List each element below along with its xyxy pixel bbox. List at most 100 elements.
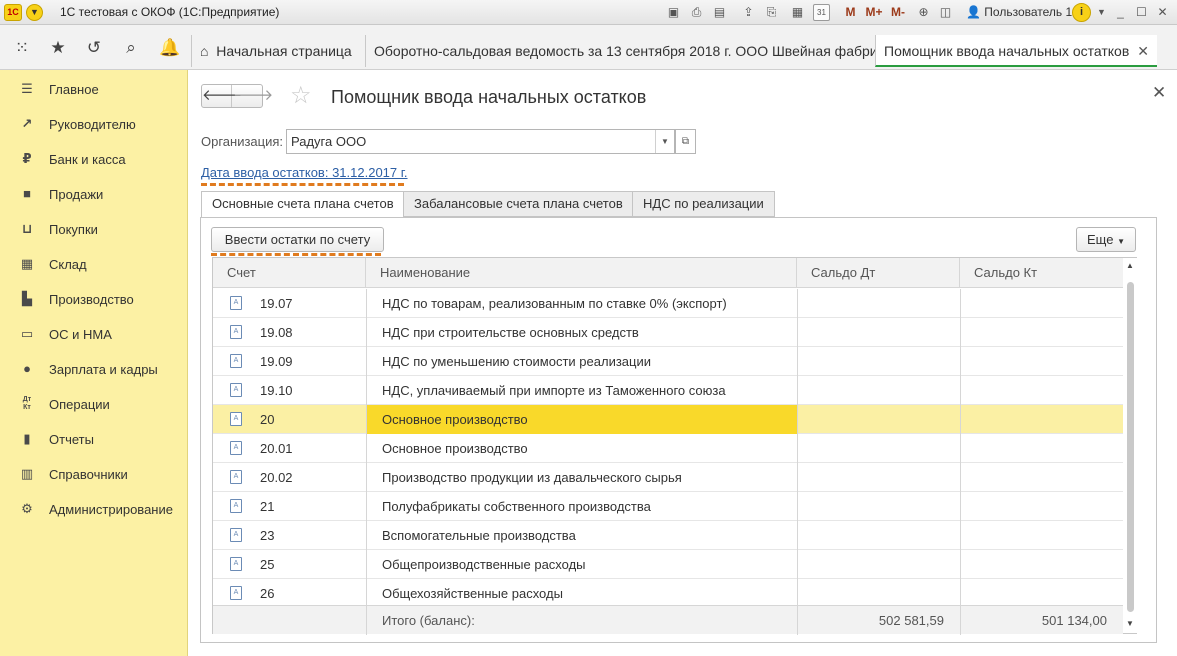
cell-credit[interactable] bbox=[960, 347, 1107, 376]
organization-value: Радуга ООО bbox=[291, 134, 367, 149]
sidebar-item-manager[interactable]: ↗ Руководителю bbox=[0, 107, 188, 142]
chevron-down-icon: ▼ bbox=[1117, 237, 1125, 246]
print-icon[interactable]: ⎙ bbox=[688, 4, 705, 21]
cell-credit[interactable] bbox=[960, 492, 1107, 521]
history-icon[interactable]: ↺ bbox=[84, 38, 104, 58]
forward-arrow-icon[interactable]: 🡒 bbox=[233, 85, 273, 107]
cell-debit[interactable] bbox=[797, 376, 944, 405]
sidebar-item-production[interactable]: ▙ Производство bbox=[0, 282, 188, 317]
cell-debit[interactable] bbox=[797, 289, 944, 318]
back-arrow-icon[interactable]: 🡐 bbox=[202, 85, 242, 107]
grid-scrollbar[interactable]: ▲ ▼ bbox=[1124, 258, 1137, 633]
cell-debit[interactable] bbox=[797, 318, 944, 347]
table-row[interactable]: A 25 Общепроизводственные расходы bbox=[213, 550, 1123, 579]
sidebar-item-warehouse[interactable]: ▦ Склад bbox=[0, 247, 188, 282]
cell-account: 19.08 bbox=[260, 325, 293, 340]
memory-minus-button[interactable]: M- bbox=[888, 4, 908, 21]
sidebar-item-fixed-assets[interactable]: ▭ ОС и НМА bbox=[0, 317, 188, 352]
cell-credit[interactable] bbox=[960, 289, 1107, 318]
upload-icon[interactable]: ⇪ bbox=[740, 4, 757, 21]
chevron-down-icon[interactable]: ▼ bbox=[655, 130, 674, 153]
column-name[interactable]: Наименование bbox=[366, 258, 797, 288]
sidebar-item-bank[interactable]: ₽ Банк и касса bbox=[0, 142, 188, 177]
cell-credit[interactable] bbox=[960, 579, 1107, 608]
calendar-icon[interactable]: 31 bbox=[813, 4, 830, 21]
favorites-star-icon[interactable]: ★ bbox=[48, 38, 68, 58]
sidebar-item-main[interactable]: ☰ Главное bbox=[0, 72, 188, 107]
cell-debit[interactable] bbox=[797, 347, 944, 376]
table-row[interactable]: A 26 Общехозяйственные расходы bbox=[213, 579, 1123, 608]
cell-credit[interactable] bbox=[960, 405, 1107, 434]
table-row[interactable]: A 20.02 Производство продукции из давальче… bbox=[213, 463, 1123, 492]
scroll-down-icon[interactable]: ▼ bbox=[1126, 619, 1134, 628]
info-icon[interactable]: i bbox=[1072, 3, 1091, 22]
cell-credit[interactable] bbox=[960, 376, 1107, 405]
tab-opening-balance-assistant[interactable]: Помощник ввода начальных остатков ✕ bbox=[875, 35, 1157, 67]
table-row[interactable]: A 21 Полуфабрикаты собственного производст… bbox=[213, 492, 1123, 521]
print-doc-icon[interactable]: ⎘ bbox=[763, 4, 780, 21]
settings-dropdown-icon[interactable]: ▼ bbox=[1093, 4, 1110, 21]
cell-credit[interactable] bbox=[960, 463, 1107, 492]
table-row[interactable]: A 20.01 Основное производство bbox=[213, 434, 1123, 463]
preview-icon[interactable]: ▤ bbox=[711, 4, 728, 21]
column-debit[interactable]: Сальдо Дт bbox=[797, 258, 960, 288]
minimize-icon[interactable]: _ bbox=[1112, 4, 1129, 21]
table-row[interactable]: A 19.09 НДС по уменьшению стоимости реализ… bbox=[213, 347, 1123, 376]
cell-debit[interactable] bbox=[797, 492, 944, 521]
favorite-star-icon[interactable]: ☆ bbox=[290, 81, 312, 110]
balance-date-link[interactable]: Дата ввода остатков: 31.12.2017 г. bbox=[201, 165, 408, 180]
sidebar-item-sales[interactable]: ■ Продажи bbox=[0, 177, 188, 212]
table-row[interactable]: A 20 Основное производство bbox=[213, 405, 1123, 434]
bell-icon[interactable]: 🔔 bbox=[159, 38, 180, 58]
cell-debit[interactable] bbox=[797, 463, 944, 492]
sidebar-item-purchases[interactable]: ⊔ Покупки bbox=[0, 212, 188, 247]
search-icon[interactable]: ⌕ bbox=[121, 38, 141, 58]
close-form-icon[interactable]: ✕ bbox=[1152, 83, 1166, 103]
cell-debit[interactable] bbox=[797, 579, 944, 608]
column-credit[interactable]: Сальдо Кт bbox=[960, 258, 1123, 288]
cell-credit[interactable] bbox=[960, 318, 1107, 347]
table-row[interactable]: A 19.07 НДС по товарам, реализованным по с… bbox=[213, 289, 1123, 318]
memory-plus-button[interactable]: M+ bbox=[864, 4, 884, 21]
scroll-thumb[interactable] bbox=[1127, 282, 1134, 612]
tab-main-accounts[interactable]: Основные счета плана счетов bbox=[201, 191, 405, 218]
table-row[interactable]: A 23 Вспомогательные производства bbox=[213, 521, 1123, 550]
main-menu-button[interactable]: ▼ bbox=[26, 4, 43, 21]
panel-layout-icon[interactable]: ◫ bbox=[937, 4, 954, 21]
sidebar-item-catalogs[interactable]: ▥ Справочники bbox=[0, 457, 188, 492]
cell-debit[interactable] bbox=[797, 521, 944, 550]
sidebar-item-administration[interactable]: ⚙ Администрирование bbox=[0, 492, 188, 527]
tab-vat-sales[interactable]: НДС по реализации bbox=[632, 191, 775, 217]
enter-balances-button[interactable]: Ввести остатки по счету bbox=[211, 227, 384, 252]
calculator-icon[interactable]: ▦ bbox=[789, 4, 806, 21]
memory-button[interactable]: M bbox=[842, 4, 859, 21]
column-account[interactable]: Счет bbox=[213, 258, 366, 288]
tab-home[interactable]: ⌂ Начальная страница bbox=[191, 35, 360, 67]
cell-debit[interactable] bbox=[797, 405, 944, 434]
cell-credit[interactable] bbox=[960, 521, 1107, 550]
sidebar-item-label: Справочники bbox=[49, 467, 128, 482]
cell-credit[interactable] bbox=[960, 550, 1107, 579]
organization-field[interactable]: Радуга ООО ▼ bbox=[286, 129, 675, 154]
sidebar-item-payroll[interactable]: ● Зарплата и кадры bbox=[0, 352, 188, 387]
close-icon[interactable]: ✕ bbox=[1137, 43, 1149, 59]
close-window-icon[interactable]: ✕ bbox=[1154, 4, 1171, 21]
cell-debit[interactable] bbox=[797, 434, 944, 463]
cell-debit[interactable] bbox=[797, 550, 944, 579]
save-icon[interactable]: ▣ bbox=[665, 4, 682, 21]
maximize-icon[interactable]: ☐ bbox=[1133, 4, 1150, 21]
zoom-icon[interactable]: ⊕ bbox=[915, 4, 932, 21]
table-row[interactable]: A 19.10 НДС, уплачиваемый при импорте из Т… bbox=[213, 376, 1123, 405]
tab-off-balance-accounts[interactable]: Забалансовые счета плана счетов bbox=[403, 191, 634, 217]
bar-chart-icon: ▮ bbox=[23, 431, 31, 446]
all-functions-icon[interactable]: ⁙ bbox=[12, 38, 32, 58]
tab-trial-balance[interactable]: Оборотно-сальдовая ведомость за 13 сентя… bbox=[365, 35, 920, 67]
open-organization-icon[interactable]: ⧉ bbox=[675, 129, 696, 154]
sidebar-item-reports[interactable]: ▮ Отчеты bbox=[0, 422, 188, 457]
user-menu[interactable]: 👤 Пользователь 1 bbox=[966, 5, 1072, 19]
scroll-up-icon[interactable]: ▲ bbox=[1126, 261, 1134, 270]
cell-credit[interactable] bbox=[960, 434, 1107, 463]
more-button[interactable]: Еще ▼ bbox=[1076, 227, 1136, 252]
sidebar-item-operations[interactable]: Дт Кт Операции bbox=[0, 387, 188, 422]
table-row[interactable]: A 19.08 НДС при строительстве основных сре… bbox=[213, 318, 1123, 347]
